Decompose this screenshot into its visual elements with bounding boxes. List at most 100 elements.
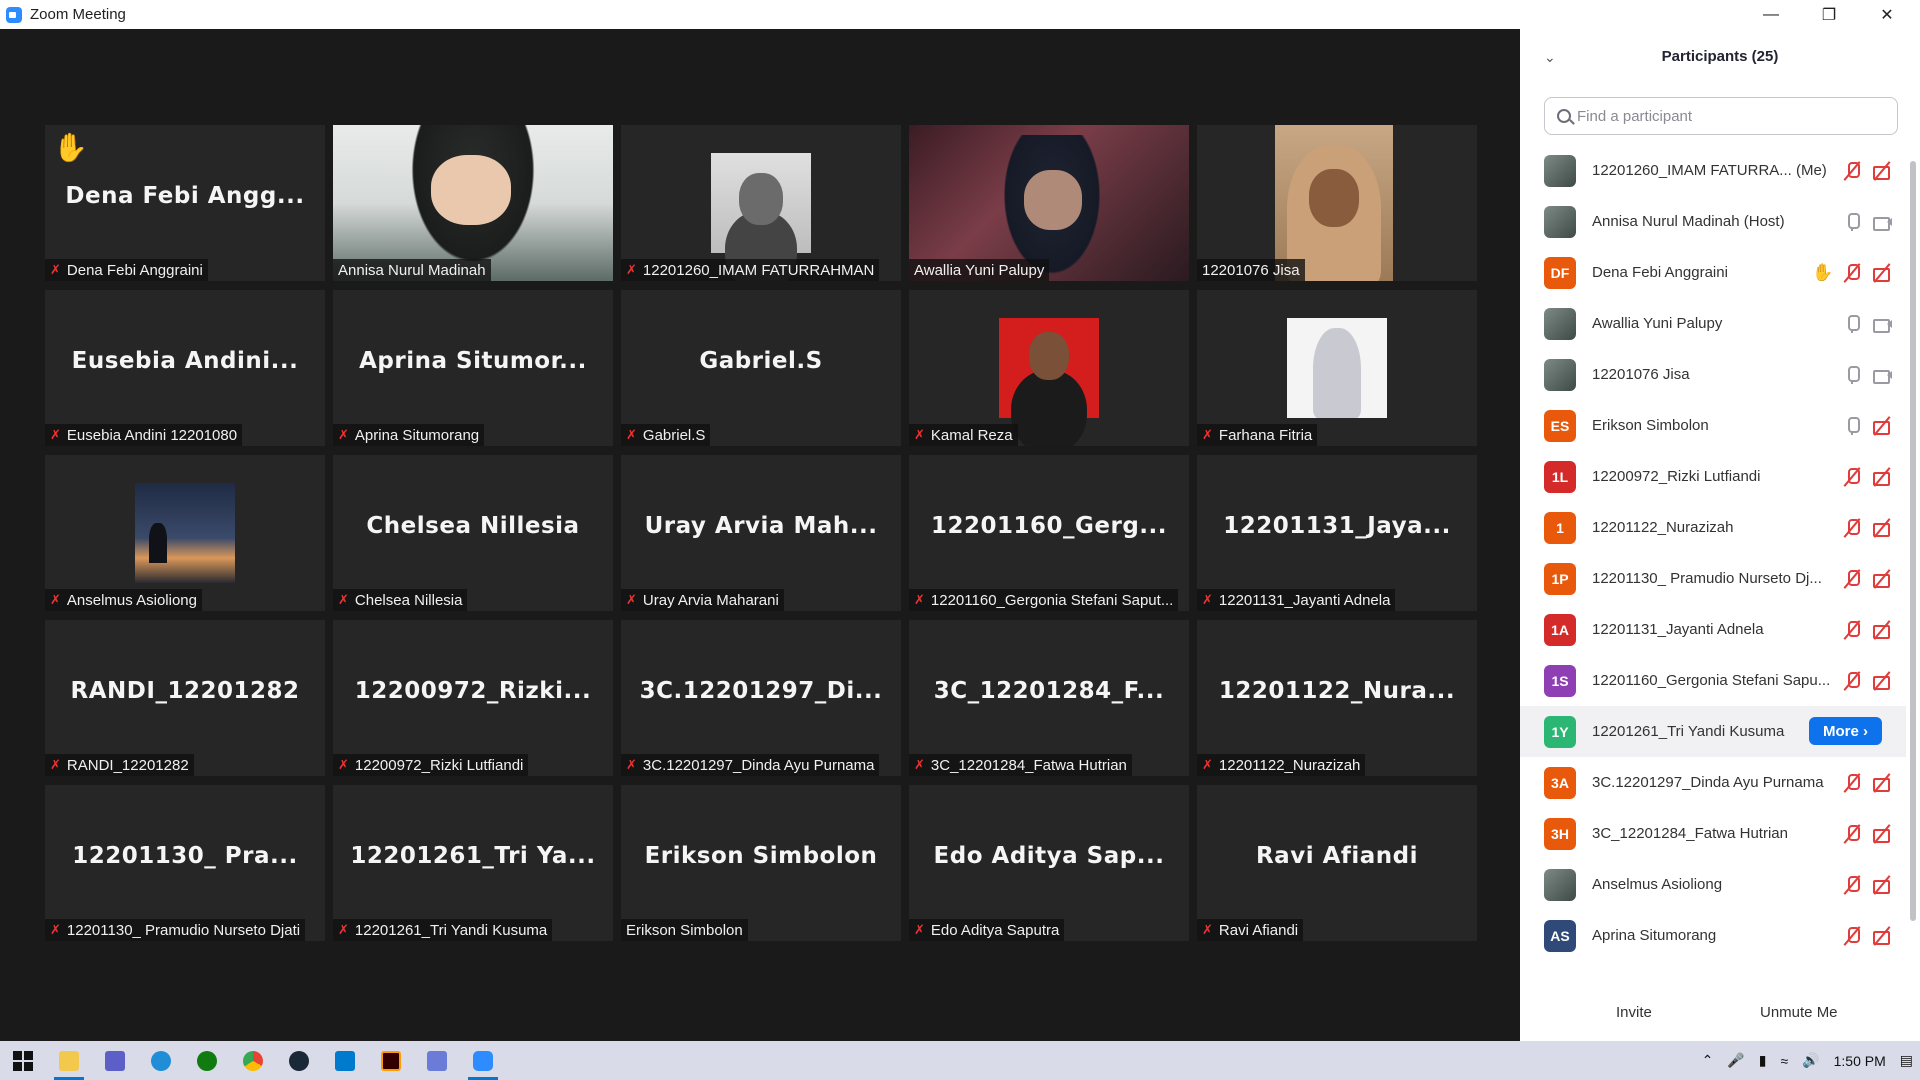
video-tile[interactable]: 12201076 Jisa	[1197, 125, 1477, 281]
muted-mic-icon: ✗	[1202, 757, 1213, 772]
participant-row[interactable]: 12201260_IMAM FATURRA... (Me)	[1520, 145, 1906, 196]
participants-panel: ⌄ Participants (25) 12201260_IMAM FATURR…	[1520, 29, 1920, 1041]
illustrator-icon	[381, 1050, 401, 1071]
more-button-label: More	[1822, 722, 1859, 740]
participant-row[interactable]: 1A 12201131_Jayanti Adnela	[1520, 604, 1906, 655]
video-tile[interactable]: ✗ Anselmus Asioliong	[45, 455, 325, 611]
edge-button[interactable]	[138, 1041, 184, 1080]
muted-mic-icon: ✗	[338, 922, 349, 937]
battery-icon[interactable]: ▮	[1759, 1052, 1767, 1069]
tile-display-name: Ravi Afiandi	[1255, 843, 1419, 869]
participant-name: 12201130_ Pramudio Nurseto Dj...	[1592, 570, 1822, 587]
participant-scrollbar[interactable]	[1910, 145, 1916, 965]
search-icon	[1557, 109, 1571, 123]
search-input[interactable]	[1577, 107, 1877, 125]
tile-label-text: Edo Aditya Saputra	[930, 921, 1060, 939]
zoom-icon	[473, 1050, 493, 1071]
video-off-icon	[1872, 926, 1892, 946]
participant-row[interactable]: Anselmus Asioliong	[1520, 859, 1906, 910]
video-tile[interactable]: RANDI_12201282 ✗ RANDI_12201282	[45, 620, 325, 776]
video-tile[interactable]: ✗ Farhana Fitria	[1197, 290, 1477, 446]
participant-row[interactable]: 1L 12200972_Rizki Lutfiandi	[1520, 451, 1906, 502]
video-tile[interactable]: Erikson Simbolon Erikson Simbolon	[621, 785, 901, 941]
video-tile[interactable]: Gabriel.S ✗ Gabriel.S	[621, 290, 901, 446]
close-icon[interactable]: ✕	[1858, 0, 1916, 29]
participant-name: 12201131_Jayanti Adnela	[1592, 621, 1764, 638]
tile-name-label: ✗ 12201260_IMAM FATURRAHMAN	[621, 259, 880, 281]
video-tile[interactable]: 12201261_Tri Ya... ✗ 12201261_Tri Yandi Ku…	[333, 785, 613, 941]
wifi-icon[interactable]: ≈	[1781, 1053, 1789, 1069]
avatar	[1544, 358, 1576, 391]
participant-row[interactable]: 1 12201122_Nurazizah	[1520, 502, 1906, 553]
participant-row[interactable]: ES Erikson Simbolon	[1520, 400, 1906, 451]
microphone-icon[interactable]: 🎤	[1727, 1052, 1744, 1069]
profile-picture	[999, 318, 1099, 418]
start-button[interactable]	[0, 1041, 46, 1080]
video-tile[interactable]: Uray Arvia Mah... ✗ Uray Arvia Maharani	[621, 455, 901, 611]
video-tile[interactable]: 12200972_Rizki... ✗ 12200972_Rizki Lutfian…	[333, 620, 613, 776]
more-button[interactable]: More ›	[1808, 717, 1882, 745]
minimize-icon[interactable]: —	[1742, 0, 1800, 29]
participant-row[interactable]: Annisa Nurul Madinah (Host)	[1520, 196, 1906, 247]
restore-icon[interactable]: ❐	[1800, 0, 1858, 29]
participant-name: 12200972_Rizki Lutfiandi	[1592, 468, 1761, 485]
participant-status-icons	[1842, 145, 1892, 196]
participant-row[interactable]: 12201076 Jisa	[1520, 349, 1906, 400]
tile-display-name: 12201131_Jaya...	[1223, 513, 1451, 539]
avatar: 1A	[1544, 613, 1576, 646]
video-tile[interactable]: 12201122_Nura... ✗ 12201122_Nurazizah	[1197, 620, 1477, 776]
scrollbar-thumb[interactable]	[1910, 161, 1916, 921]
participant-name: 12201076 Jisa	[1592, 366, 1690, 383]
video-tile[interactable]: ✗ Kamal Reza	[909, 290, 1189, 446]
video-tile[interactable]: Awallia Yuni Palupy	[909, 125, 1189, 281]
video-tile[interactable]: Edo Aditya Sap... ✗ Edo Aditya Saputra	[909, 785, 1189, 941]
steam-button[interactable]	[276, 1041, 322, 1080]
video-tile[interactable]: ✗ 12201260_IMAM FATURRAHMAN	[621, 125, 901, 281]
notification-icon[interactable]: ▤	[1900, 1052, 1913, 1069]
video-tile[interactable]: 12201130_ Pra... ✗ 12201130_ Pramudio Nurs…	[45, 785, 325, 941]
clock[interactable]: 1:50 PM	[1834, 1053, 1886, 1069]
unmute-me-button[interactable]: Unmute Me	[1746, 997, 1852, 1027]
video-tile[interactable]: 3C.12201297_Di... ✗ 3C.12201297_Dinda Ayu …	[621, 620, 901, 776]
participant-row[interactable]: 3H 3C_12201284_Fatwa Hutrian	[1520, 808, 1906, 859]
chevron-up-icon[interactable]: ⌃	[1702, 1052, 1714, 1069]
whiteboard-icon	[105, 1050, 125, 1071]
participant-row[interactable]: DF Dena Febi Anggraini ✋	[1520, 247, 1906, 298]
participant-search[interactable]	[1544, 97, 1898, 135]
invite-button[interactable]: Invite	[1602, 997, 1666, 1027]
whiteboard-app-button[interactable]	[92, 1041, 138, 1080]
participant-row[interactable]: 3A 3C.12201297_Dinda Ayu Purnama	[1520, 757, 1906, 808]
app-button[interactable]	[414, 1041, 460, 1080]
video-tile[interactable]: Annisa Nurul Madinah	[333, 125, 613, 281]
tile-display-name: Eusebia Andini...	[71, 348, 299, 374]
file-explorer-button[interactable]	[46, 1041, 92, 1080]
video-tile[interactable]: Aprina Situmor... ✗ Aprina Situmorang	[333, 290, 613, 446]
tile-display-name: 12201122_Nura...	[1218, 678, 1456, 704]
illustrator-button[interactable]	[368, 1041, 414, 1080]
video-tile[interactable]: Eusebia Andini... ✗ Eusebia Andini 1220108…	[45, 290, 325, 446]
tile-display-name: Aprina Situmor...	[359, 348, 587, 374]
xbox-button[interactable]	[184, 1041, 230, 1080]
video-tile[interactable]: Chelsea Nillesia ✗ Chelsea Nillesia	[333, 455, 613, 611]
participant-row[interactable]: Awallia Yuni Palupy	[1520, 298, 1906, 349]
muted-mic-icon: ✗	[914, 427, 925, 442]
chrome-button[interactable]	[230, 1041, 276, 1080]
video-tile[interactable]: 3C_12201284_F... ✗ 3C_12201284_Fatwa Hutri…	[909, 620, 1189, 776]
tile-name-label: ✗ Ravi Afiandi	[1197, 919, 1304, 941]
participant-row[interactable]: AS Aprina Situmorang	[1520, 910, 1906, 961]
muted-mic-icon: ✗	[338, 757, 349, 772]
participant-row[interactable]: 1Y 12201261_Tri Yandi Kusuma More ›	[1520, 706, 1906, 757]
video-tile[interactable]: Ravi Afiandi ✗ Ravi Afiandi	[1197, 785, 1477, 941]
muted-mic-icon	[1842, 620, 1862, 640]
participant-row[interactable]: 1P 12201130_ Pramudio Nurseto Dj...	[1520, 553, 1906, 604]
tile-display-name: 12201160_Gerg...	[930, 513, 1168, 539]
video-tile[interactable]: Dena Febi Angg... ✋ ✗ Dena Febi Anggraini	[45, 125, 325, 281]
volume-icon[interactable]: 🔊	[1802, 1052, 1819, 1069]
zoom-taskbar-button[interactable]	[460, 1041, 506, 1080]
muted-mic-icon	[1842, 773, 1862, 793]
video-tile[interactable]: 12201160_Gerg... ✗ 12201160_Gergonia Stefa…	[909, 455, 1189, 611]
vscode-button[interactable]	[322, 1041, 368, 1080]
participant-row[interactable]: 1S 12201160_Gergonia Stefani Sapu...	[1520, 655, 1906, 706]
tile-label-text: Kamal Reza	[930, 426, 1013, 444]
video-tile[interactable]: 12201131_Jaya... ✗ 12201131_Jayanti Adnela	[1197, 455, 1477, 611]
